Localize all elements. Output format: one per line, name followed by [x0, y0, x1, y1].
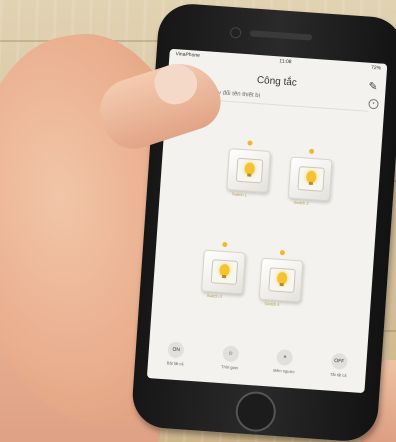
switch-1-rocker: [235, 157, 264, 184]
switch-4-rocker: [268, 267, 296, 293]
switch-4-label: Switch 4: [264, 300, 280, 307]
countdown-label: Đếm ngược: [273, 367, 295, 375]
all-off-button[interactable]: OFF Tắt tất cả: [318, 352, 360, 379]
lightbulb-icon: [219, 263, 230, 277]
edit-pencil-icon[interactable]: ✎: [368, 80, 378, 94]
power-off-icon: OFF: [330, 352, 348, 370]
carrier-text: VinaPhone: [175, 51, 201, 59]
switch-1-button[interactable]: [226, 148, 271, 193]
switch-3-status-dot: [222, 241, 228, 248]
switch-2-status-dot: [308, 148, 315, 155]
schedule-button[interactable]: ⏲ Thời gian: [209, 344, 251, 371]
clock-icon: ⏲: [221, 345, 240, 363]
battery-text: 72%: [370, 64, 382, 72]
page-title: Công tắc: [256, 74, 298, 89]
lightbulb-icon: [276, 271, 288, 285]
front-camera-icon: [229, 26, 242, 39]
all-on-button[interactable]: ON Bật tất cả: [155, 341, 197, 368]
switch-3-label: Switch 3: [206, 292, 223, 299]
switch-2-button[interactable]: [287, 156, 333, 202]
countdown-button[interactable]: ≡ Đếm ngược: [264, 348, 306, 375]
info-icon[interactable]: •: [368, 98, 379, 110]
all-on-label: Bật tất cả: [166, 360, 184, 367]
switch-1-label: Switch 1: [231, 191, 248, 198]
schedule-label: Thời gian: [220, 364, 239, 371]
switch-3-button[interactable]: [201, 249, 246, 295]
lightbulb-icon: [305, 170, 317, 184]
switch-3-rocker: [210, 259, 239, 285]
switch-1-status-dot: [247, 140, 253, 146]
switch-4-button[interactable]: [258, 257, 304, 303]
power-on-icon: ON: [167, 341, 185, 359]
photo-scene: VinaPhone 11:08 72% ‹ Công tắc ✎ Nhấn gi…: [0, 0, 396, 442]
home-button[interactable]: [234, 390, 278, 433]
switch-2-rocker: [297, 166, 325, 192]
timer-icon: ≡: [276, 348, 294, 367]
lightbulb-icon: [244, 162, 256, 175]
clock-text: 11:08: [279, 58, 292, 66]
switch-4-status-dot: [279, 249, 286, 256]
bottom-action-bar: ON Bật tất cả ⏲ Thời gian ≡ Đếm ngược OF…: [147, 340, 367, 389]
earpiece-speaker: [249, 30, 313, 41]
all-off-label: Tắt tất cả: [329, 371, 347, 378]
switch-2-label: Switch 2: [293, 199, 309, 206]
